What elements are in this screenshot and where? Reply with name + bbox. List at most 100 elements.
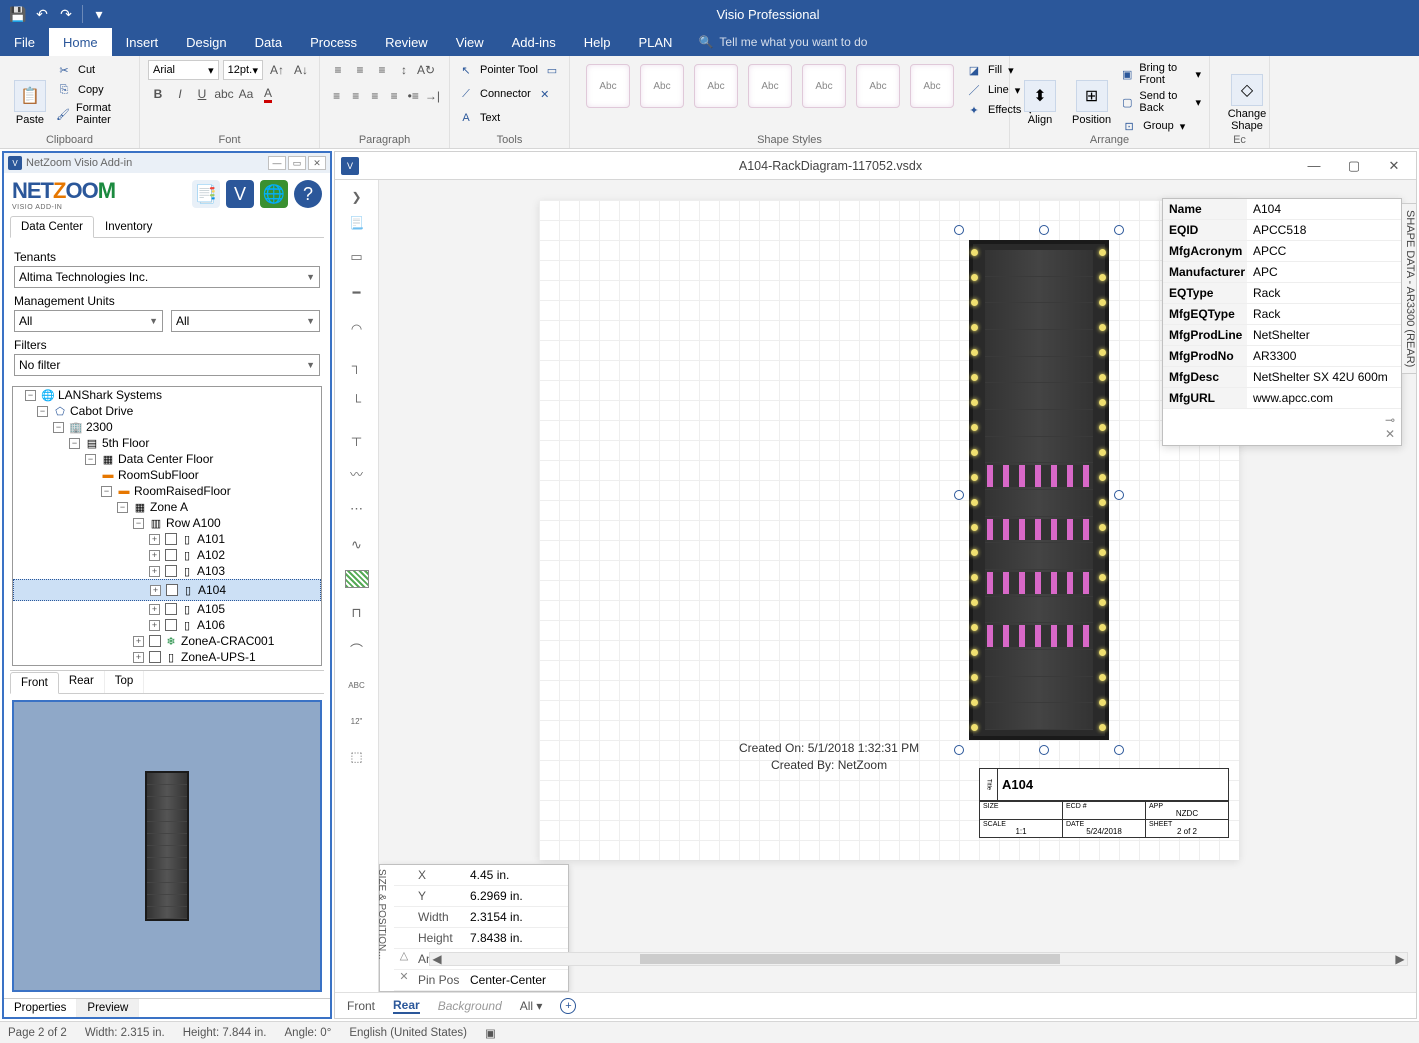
tree-raisedfloor[interactable]: −▬RoomRaisedFloor [13, 483, 321, 499]
tree-row[interactable]: −▥Row A100 [13, 515, 321, 531]
rect-select-icon[interactable]: ▭ [544, 62, 560, 78]
tree-dc-floor[interactable]: −▦Data Center Floor [13, 451, 321, 467]
add-sheet-button[interactable]: + [560, 998, 576, 1014]
close-icon[interactable]: ✕ [1169, 427, 1395, 441]
align-mid-button[interactable]: ≡ [350, 60, 370, 80]
connector-button[interactable]: ⟋Connector✕ [458, 84, 561, 104]
resize-handle[interactable] [1039, 745, 1049, 755]
shape-t-icon[interactable]: ┬ [344, 426, 370, 448]
sheet-front[interactable]: Front [347, 999, 375, 1013]
shrink-font-button[interactable]: A↓ [291, 60, 311, 80]
checkbox[interactable] [165, 565, 177, 577]
shape-arc-icon[interactable]: ◠ [344, 318, 370, 340]
redo-icon[interactable]: ↷ [58, 6, 74, 22]
expand-icon[interactable]: + [149, 566, 160, 577]
doc-minimize-button[interactable]: — [1296, 155, 1332, 177]
scroll-right-icon[interactable]: ▶ [1393, 953, 1407, 965]
collapse-icon[interactable]: − [133, 518, 144, 529]
sheet-rear[interactable]: Rear [393, 998, 420, 1014]
tab-properties[interactable]: Properties [4, 999, 77, 1017]
style-item-1[interactable]: Abc [586, 64, 630, 108]
status-language[interactable]: English (United States) [349, 1027, 467, 1039]
style-item-5[interactable]: Abc [802, 64, 846, 108]
collapse-icon[interactable]: − [101, 486, 112, 497]
collapse-icon[interactable]: − [69, 438, 80, 449]
size-pos-row[interactable]: Y6.2969 in. [394, 886, 568, 907]
align-bot-button[interactable]: ≡ [372, 60, 392, 80]
sizepos-value[interactable]: 7.8438 in. [466, 928, 568, 948]
expand-icon[interactable]: + [149, 534, 160, 545]
expand-icon[interactable]: + [149, 550, 160, 561]
view-tab-rear[interactable]: Rear [59, 671, 105, 693]
view-tab-top[interactable]: Top [105, 671, 145, 693]
qat-customize-icon[interactable]: ▾ [91, 6, 107, 22]
status-page[interactable]: Page 2 of 2 [8, 1027, 67, 1039]
shape-hatch-icon[interactable] [345, 570, 369, 588]
shape-line-icon[interactable]: ━ [344, 282, 370, 304]
shape-rect-icon[interactable]: ▭ [344, 246, 370, 268]
sheet-all[interactable]: All ▾ [520, 999, 543, 1013]
rotate-text-button[interactable]: A↻ [416, 60, 436, 80]
send-back-button[interactable]: ▢Send to Back▾ [1121, 88, 1201, 116]
rack-shape-selected[interactable] [959, 230, 1119, 750]
format-painter-button[interactable]: 🖌Format Painter [56, 100, 131, 128]
copy-button[interactable]: ⎘Copy [56, 80, 131, 100]
close-button[interactable]: ✕ [308, 156, 326, 170]
shape-dots-icon[interactable]: ⋯ [344, 498, 370, 520]
tab-view[interactable]: View [442, 28, 498, 56]
expand-icon[interactable]: + [150, 585, 161, 596]
expand-icon[interactable]: + [133, 636, 144, 647]
size-pos-row[interactable]: Height7.8438 in. [394, 928, 568, 949]
tab-preview[interactable]: Preview [77, 999, 139, 1017]
tell-me-search[interactable]: 🔍 Tell me what you want to do [698, 28, 867, 56]
resize-handle[interactable] [1114, 745, 1124, 755]
stencil-icon[interactable]: 📃 [343, 212, 371, 234]
underline-button[interactable]: U [192, 84, 212, 104]
tab-data-center[interactable]: Data Center [10, 216, 94, 238]
title-block[interactable]: Title A104 SIZE ECD # APPNZDC SCALE1:1 D… [979, 768, 1229, 838]
shape-l-icon[interactable]: └ [344, 390, 370, 412]
tab-data[interactable]: Data [241, 28, 296, 56]
expand-icon[interactable]: + [149, 620, 160, 631]
tab-plan[interactable]: PLAN [624, 28, 686, 56]
view-tab-front[interactable]: Front [10, 672, 59, 694]
tree-ups[interactable]: +▯ZoneA-UPS-1 [13, 649, 321, 665]
collapse-icon[interactable]: − [85, 454, 96, 465]
checkbox[interactable] [166, 584, 178, 596]
sizepos-value[interactable]: 2.3154 in. [466, 907, 568, 927]
scroll-left-icon[interactable]: ◀ [430, 953, 444, 965]
cut-button[interactable]: ✂Cut [56, 60, 131, 80]
align-top-button[interactable]: ≡ [328, 60, 348, 80]
resize-handle[interactable] [1039, 225, 1049, 235]
save-icon[interactable]: 💾 [10, 6, 26, 22]
sizepos-value[interactable]: Center-Center [466, 970, 568, 990]
mu-select-1[interactable]: All▼ [14, 310, 163, 332]
bold-button[interactable]: B [148, 84, 168, 104]
doc-close-button[interactable]: ✕ [1376, 155, 1412, 177]
tab-help[interactable]: Help [570, 28, 625, 56]
text-dir-button[interactable]: ↕ [394, 60, 414, 80]
conn-point-icon[interactable]: ✕ [537, 86, 553, 102]
tree-rack-a104-selected[interactable]: +▯A104 [13, 579, 321, 601]
datacenter-tree[interactable]: −🌐LANShark Systems −⬠Cabot Drive −🏢2300 … [12, 386, 322, 666]
resize-handle[interactable] [954, 225, 964, 235]
scrollbar-thumb[interactable] [640, 954, 1060, 964]
style-item-3[interactable]: Abc [694, 64, 738, 108]
shape-curve-icon[interactable]: 〰 [344, 462, 370, 484]
tab-design[interactable]: Design [172, 28, 240, 56]
checkbox[interactable] [165, 619, 177, 631]
tree-subfloor[interactable]: ▬RoomSubFloor [13, 467, 321, 483]
tree-crac[interactable]: +❄ZoneA-CRAC001 [13, 633, 321, 649]
shape-data-panel[interactable]: SHAPE DATA - AR3300 (REAR) NameA104EQIDA… [1162, 198, 1402, 446]
checkbox[interactable] [165, 533, 177, 545]
group-button[interactable]: ⊡Group▾ [1121, 116, 1201, 136]
tab-home[interactable]: Home [49, 28, 112, 56]
align-center-button[interactable]: ≡ [347, 86, 364, 106]
resize-handle[interactable] [1114, 225, 1124, 235]
tab-review[interactable]: Review [371, 28, 442, 56]
tab-insert[interactable]: Insert [112, 28, 173, 56]
shape-select-icon[interactable]: ⬚ [344, 746, 370, 768]
font-name-combo[interactable]: Arial▾ [148, 60, 219, 80]
justify-button[interactable]: ≡ [386, 86, 403, 106]
collapse-icon[interactable]: − [25, 390, 36, 401]
